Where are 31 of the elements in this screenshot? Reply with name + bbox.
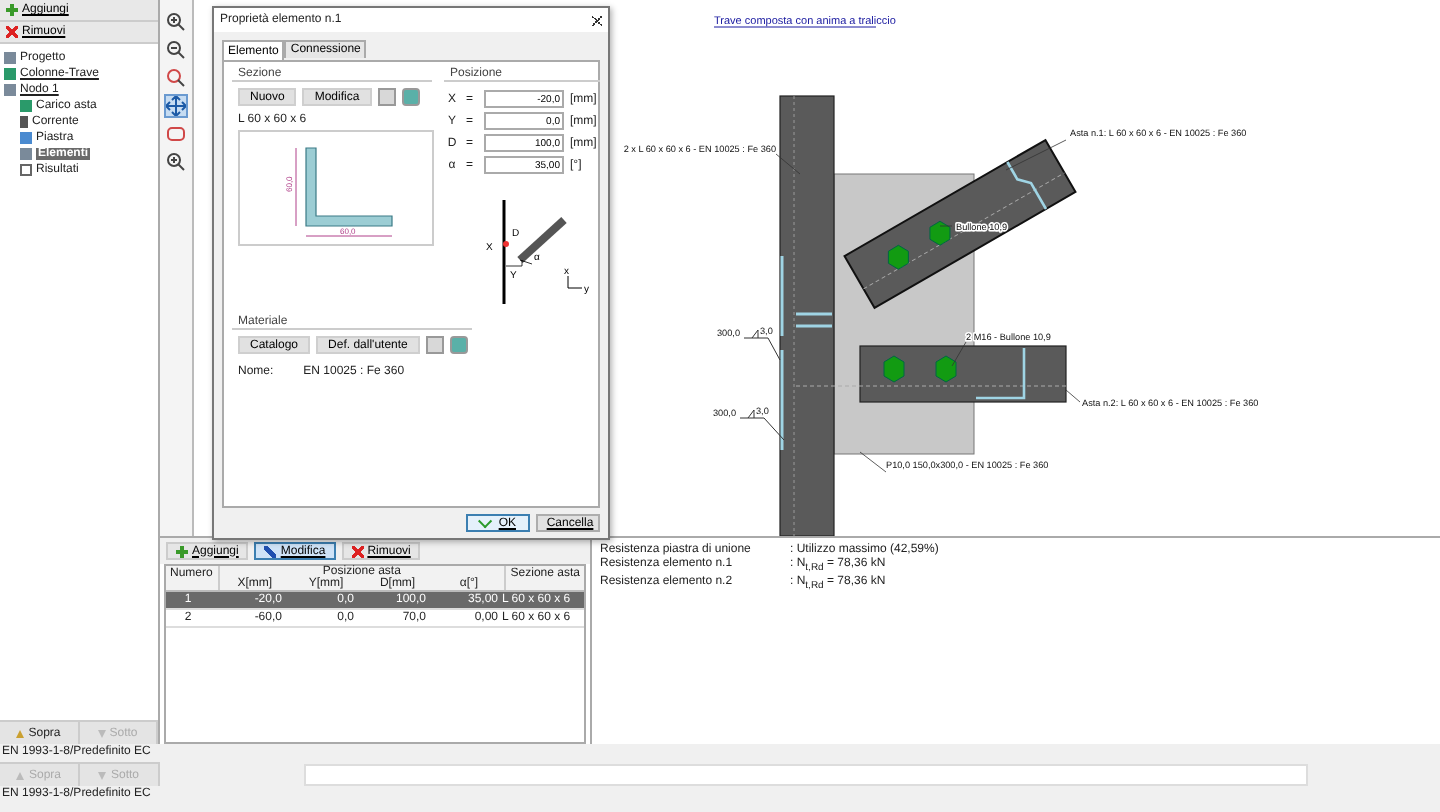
arrow-icon bbox=[16, 771, 25, 779]
close-icon[interactable] bbox=[592, 15, 602, 25]
angle-profile-drawing bbox=[305, 147, 393, 227]
tree-node-icon bbox=[4, 84, 16, 96]
leader-line bbox=[1005, 139, 1067, 171]
tree-node-icon bbox=[20, 132, 32, 144]
tree-node-icon bbox=[20, 164, 32, 176]
pencil-icon bbox=[264, 545, 277, 557]
fit-tool-icon[interactable] bbox=[164, 122, 188, 146]
zoom-tool-icon[interactable] bbox=[164, 10, 188, 34]
zoom-tool-icon[interactable] bbox=[164, 38, 188, 62]
close-icon bbox=[6, 26, 18, 38]
leader-line bbox=[1065, 389, 1081, 403]
leader-line bbox=[939, 225, 953, 227]
close-icon bbox=[351, 545, 364, 557]
leader-line bbox=[775, 153, 801, 175]
plus-icon bbox=[176, 545, 188, 557]
leader-line bbox=[859, 451, 887, 473]
weld-symbol bbox=[739, 409, 785, 441]
weld-symbol bbox=[743, 329, 781, 361]
tree-node-icon bbox=[4, 68, 16, 80]
leader-line bbox=[951, 341, 967, 367]
zoom-tool-icon[interactable] bbox=[164, 66, 188, 90]
tree-node-icon bbox=[20, 116, 28, 128]
tree-node-icon bbox=[4, 52, 16, 64]
tree-node-icon bbox=[20, 100, 32, 112]
pan-tool-icon[interactable] bbox=[164, 94, 188, 118]
tree-node-icon bbox=[20, 148, 32, 160]
zoom-tool-icon[interactable] bbox=[164, 150, 188, 174]
plus-icon bbox=[6, 4, 18, 16]
arrow-icon bbox=[98, 771, 107, 779]
